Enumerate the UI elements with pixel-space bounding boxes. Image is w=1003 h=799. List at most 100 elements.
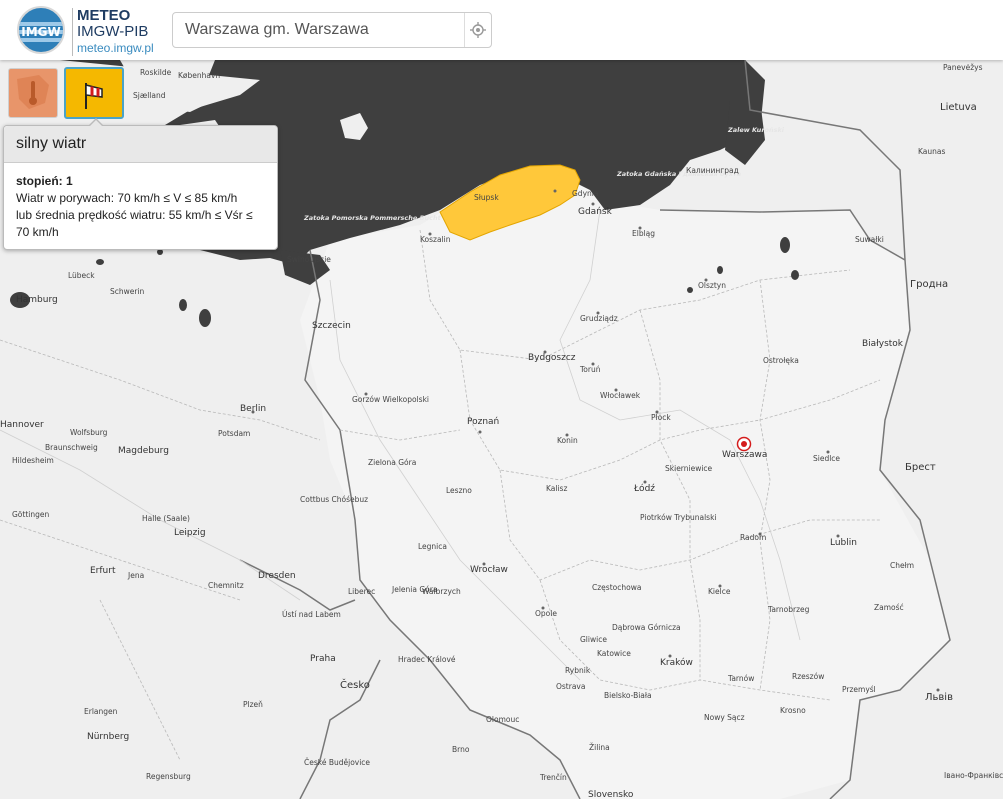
svg-text:Katowice: Katowice bbox=[597, 649, 631, 658]
svg-text:Włocławek: Włocławek bbox=[600, 391, 641, 400]
svg-text:Hamburg: Hamburg bbox=[16, 295, 58, 305]
svg-text:Lublin: Lublin bbox=[830, 538, 857, 548]
svg-text:Skierniewice: Skierniewice bbox=[665, 464, 713, 473]
country-label: Гродна bbox=[910, 279, 948, 290]
svg-text:Konin: Konin bbox=[557, 436, 578, 445]
logo-url: meteo.imgw.pl bbox=[77, 41, 154, 55]
svg-text:Göttingen: Göttingen bbox=[12, 510, 49, 519]
svg-text:Magdeburg: Magdeburg bbox=[118, 446, 169, 456]
svg-text:Krosno: Krosno bbox=[780, 706, 806, 715]
svg-text:Radom: Radom bbox=[740, 533, 766, 542]
location-marker-warszawa[interactable] bbox=[736, 436, 752, 452]
sea-label-pomorska: Zatoka Pomorska Pommersche Bucht bbox=[303, 214, 442, 222]
svg-text:Rzeszów: Rzeszów bbox=[792, 672, 824, 681]
svg-text:Zielona Góra: Zielona Góra bbox=[368, 458, 416, 467]
svg-text:Opole: Opole bbox=[535, 609, 557, 618]
svg-text:Erfurt: Erfurt bbox=[90, 566, 116, 576]
svg-text:Gorzów Wielkopolski: Gorzów Wielkopolski bbox=[352, 395, 429, 404]
warning-wind-button[interactable] bbox=[64, 67, 124, 119]
svg-text:Івано-Франківськ: Івано-Франківськ bbox=[944, 771, 1003, 780]
country-label: Lietuva bbox=[940, 102, 977, 113]
svg-text:Chemnitz: Chemnitz bbox=[208, 581, 244, 590]
logo-subtitle: IMGW-PIB bbox=[77, 23, 149, 40]
svg-text:Калининград: Калининград bbox=[686, 166, 739, 175]
svg-text:Halle (Saale): Halle (Saale) bbox=[142, 514, 190, 523]
svg-text:Grudziądz: Grudziądz bbox=[580, 314, 618, 323]
svg-text:Poznań: Poznań bbox=[467, 417, 499, 427]
popup-line: 70 km/h bbox=[16, 225, 59, 239]
svg-text:Kraków: Kraków bbox=[660, 657, 693, 668]
svg-text:Sjælland: Sjælland bbox=[133, 91, 166, 100]
svg-text:Kalisz: Kalisz bbox=[546, 484, 567, 493]
svg-text:Žilina: Žilina bbox=[589, 743, 610, 752]
crosshair-icon[interactable] bbox=[464, 13, 491, 47]
svg-text:Cottbus Chóśebuz: Cottbus Chóśebuz bbox=[300, 495, 368, 504]
popup-title: silny wiatr bbox=[4, 126, 277, 163]
svg-text:Brno: Brno bbox=[452, 745, 470, 754]
svg-text:Regensburg: Regensburg bbox=[146, 772, 191, 781]
country-label: Česko bbox=[340, 678, 370, 691]
svg-text:Plzeň: Plzeň bbox=[243, 700, 263, 709]
svg-text:Hradec Králové: Hradec Králové bbox=[398, 655, 456, 664]
logo-badge-text: IMGW bbox=[21, 25, 61, 39]
svg-text:Hildesheim: Hildesheim bbox=[12, 456, 54, 465]
svg-text:Leszno: Leszno bbox=[446, 486, 472, 495]
svg-text:Gliwice: Gliwice bbox=[580, 635, 607, 644]
svg-text:Bydgoszcz: Bydgoszcz bbox=[528, 353, 576, 363]
svg-text:Dąbrowa Górnicza: Dąbrowa Górnicza bbox=[612, 623, 681, 632]
weather-warning-map[interactable]: Zatoka Pomorska Pommersche Bucht Zatoka … bbox=[0, 0, 1003, 799]
svg-text:Ostrava: Ostrava bbox=[556, 682, 585, 691]
svg-text:Trenčín: Trenčín bbox=[539, 773, 567, 782]
svg-text:Chełm: Chełm bbox=[890, 561, 914, 570]
windsock-icon bbox=[85, 83, 103, 109]
svg-text:Nowy Sącz: Nowy Sącz bbox=[704, 713, 745, 722]
sea-label-kuronski: Zalew Kuroński bbox=[727, 126, 785, 134]
popup-level: stopień: 1 bbox=[16, 174, 73, 188]
svg-text:Wrocław: Wrocław bbox=[470, 565, 508, 575]
svg-text:Tarnobrzeg: Tarnobrzeg bbox=[767, 605, 810, 614]
svg-text:Siedlce: Siedlce bbox=[813, 454, 840, 463]
svg-text:Ostrołęka: Ostrołęka bbox=[763, 356, 799, 365]
thermometer-map-icon bbox=[17, 75, 49, 109]
svg-text:Liberec: Liberec bbox=[348, 587, 375, 596]
location-search bbox=[172, 12, 492, 48]
svg-text:Slovensko: Slovensko bbox=[588, 790, 634, 799]
logo-title: METEO bbox=[77, 7, 131, 24]
svg-text:København: København bbox=[178, 71, 220, 80]
imgw-logo[interactable]: IMGW bbox=[17, 6, 65, 54]
svg-text:Białystok: Białystok bbox=[862, 339, 904, 349]
svg-text:Kielce: Kielce bbox=[708, 587, 731, 596]
svg-text:Przemyśl: Przemyśl bbox=[842, 685, 876, 694]
svg-text:Elbląg: Elbląg bbox=[632, 229, 655, 238]
svg-text:Praha: Praha bbox=[310, 654, 336, 664]
country-label: Брест bbox=[905, 462, 936, 473]
svg-text:Olsztyn: Olsztyn bbox=[698, 281, 726, 290]
svg-text:Olomouc: Olomouc bbox=[486, 715, 519, 724]
svg-text:Zamość: Zamość bbox=[874, 603, 904, 612]
search-input[interactable] bbox=[173, 13, 465, 47]
logo-text[interactable]: METEO IMGW-PIB meteo.imgw.pl bbox=[72, 8, 154, 56]
svg-text:Schwerin: Schwerin bbox=[110, 287, 145, 296]
svg-text:Gdańsk: Gdańsk bbox=[578, 207, 613, 217]
warning-thermometer-button[interactable] bbox=[8, 68, 58, 118]
svg-text:České Budějovice: České Budějovice bbox=[304, 758, 370, 767]
svg-text:Jena: Jena bbox=[127, 571, 144, 580]
svg-text:Nürnberg: Nürnberg bbox=[87, 732, 129, 742]
svg-text:Toruń: Toruń bbox=[579, 365, 601, 374]
svg-text:Panevėžys: Panevėžys bbox=[943, 63, 983, 72]
popup-body: stopień: 1 Wiatr w porywach: 70 km/h ≤ V… bbox=[4, 163, 277, 241]
svg-text:Hannover: Hannover bbox=[0, 420, 44, 430]
svg-text:Szczecin: Szczecin bbox=[312, 321, 351, 331]
svg-text:Lübeck: Lübeck bbox=[68, 271, 95, 280]
svg-text:Dresden: Dresden bbox=[258, 571, 296, 581]
svg-text:Kaunas: Kaunas bbox=[918, 147, 945, 156]
svg-text:Warszawa: Warszawa bbox=[722, 450, 767, 460]
svg-text:Piotrków Trybunalski: Piotrków Trybunalski bbox=[640, 513, 717, 522]
popup-line: lub średnia prędkość wiatru: 55 km/h ≤ V… bbox=[16, 208, 253, 222]
svg-text:Łódź: Łódź bbox=[633, 483, 655, 494]
popup-line: Wiatr w porywach: 70 km/h ≤ V ≤ 85 km/h bbox=[16, 191, 238, 205]
svg-text:Rybnik: Rybnik bbox=[565, 666, 591, 675]
country-label: Львів bbox=[925, 691, 953, 703]
warning-popup: silny wiatr stopień: 1 Wiatr w porywach:… bbox=[3, 118, 278, 250]
svg-text:Koszalin: Koszalin bbox=[420, 235, 451, 244]
